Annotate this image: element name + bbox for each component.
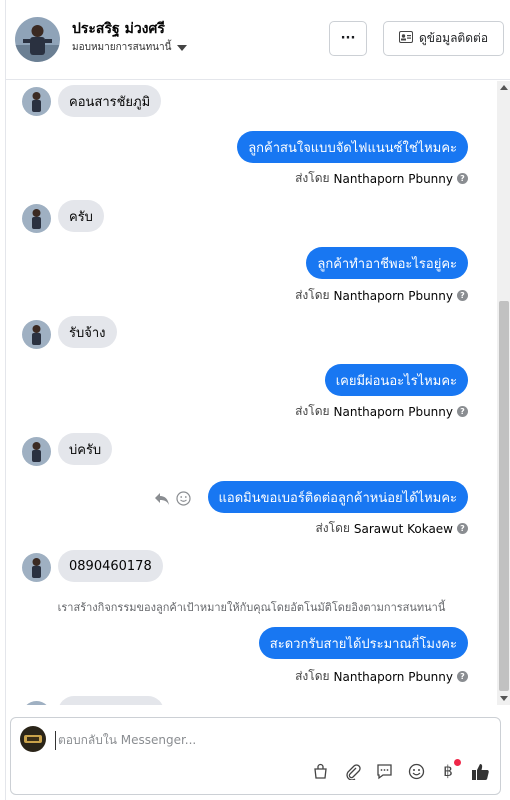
sent-by-line: ส่งโดย Nanthaporn Pbunny ? — [295, 286, 468, 305]
incoming-message[interactable]: คอนสารชัยภูมิ — [58, 85, 162, 117]
sender-name: Nanthaporn Pbunny — [333, 171, 453, 186]
outgoing-message[interactable]: ลูกค้าทำอาชีพอะไรอยู่คะ — [306, 247, 468, 279]
reply-composer[interactable]: ตอบกลับใน Messenger... ฿ — [10, 717, 501, 795]
help-icon[interactable]: ? — [457, 290, 468, 301]
sender-name: Nanthaporn Pbunny — [333, 669, 453, 684]
saved-reply-icon[interactable] — [374, 761, 394, 781]
sender-avatar — [22, 87, 51, 116]
sent-by-line: ส่งโดย Nanthaporn Pbunny ? — [295, 667, 468, 686]
sent-by-prefix: ส่งโดย — [295, 171, 330, 185]
sent-by-line: ส่งโดย Sarawut Kokaew ? — [315, 519, 468, 538]
outgoing-message[interactable]: สะดวกรับสายได้ประมาณกี่โมงคะ — [258, 627, 468, 659]
baht-icon[interactable]: ฿ — [438, 759, 461, 781]
caret-down-icon — [177, 44, 188, 51]
help-icon[interactable]: ? — [457, 523, 468, 534]
incoming-message[interactable]: บ่ครับ — [58, 433, 113, 465]
outgoing-message[interactable]: แอดมินขอเบอร์ติดต่อลูกค้าหน่อยได้ไหมคะ — [207, 481, 468, 513]
sender-name: Sarawut Kokaew — [353, 521, 453, 536]
incoming-message[interactable]: รับจ้าง — [58, 316, 117, 348]
sent-by-prefix: ส่งโดย — [295, 288, 330, 302]
reply-input[interactable]: ตอบกลับใน Messenger... — [55, 731, 196, 750]
more-options-button[interactable]: ··· — [329, 21, 367, 56]
auto-activity-notice: เราสร้างกิจกรรมของลูกค้าเป้าหมายให้กับคุ… — [57, 601, 446, 614]
incoming-message[interactable]: 0890460178 — [58, 550, 163, 582]
message-list: คอนสารชัยภูมิ ลูกค้าสนใจแบบจัดไฟแนนซ์ใช่… — [6, 81, 497, 705]
sender-avatar — [22, 701, 51, 705]
contact-card-icon — [398, 31, 413, 46]
contact-name[interactable]: ประสริฐ ม่วงศรี — [72, 18, 165, 40]
reply-icon[interactable] — [154, 491, 170, 510]
assign-label: มอบหมายการสนทนานี้ — [72, 42, 172, 53]
attach-icon[interactable] — [342, 761, 362, 781]
more-icon: ··· — [340, 31, 356, 46]
sent-by-line: ส่งโดย Nanthaporn Pbunny ? — [295, 402, 468, 421]
emoji-icon[interactable] — [176, 491, 191, 510]
scroll-up-arrow-icon[interactable] — [500, 85, 508, 90]
contact-avatar[interactable] — [15, 17, 60, 62]
sender-avatar — [22, 437, 51, 466]
assign-conversation-dropdown[interactable]: มอบหมายการสนทนานี้ — [72, 40, 188, 55]
scroll-thumb[interactable] — [499, 301, 509, 691]
composer-toolbar: ฿ — [310, 759, 490, 781]
help-icon[interactable]: ? — [457, 173, 468, 184]
incoming-message-partial[interactable] — [58, 696, 164, 705]
sender-avatar — [22, 320, 51, 349]
notification-dot — [454, 759, 461, 766]
shop-icon[interactable] — [310, 761, 330, 781]
page-avatar — [20, 726, 46, 752]
outgoing-message[interactable]: เคยมีผ่อนอะไรไหมคะ — [324, 364, 468, 396]
outgoing-message[interactable]: ลูกค้าสนใจแบบจัดไฟแนนซ์ใช่ไหมคะ — [237, 131, 468, 163]
emoji-icon[interactable] — [406, 761, 426, 781]
view-contact-label: ดูข้อมูลติดต่อ — [418, 31, 489, 45]
sender-avatar — [22, 553, 51, 582]
conversation-header: ประสริฐ ม่วงศรี มอบหมายการสนทนานี้ ··· ด… — [6, 0, 510, 80]
message-actions — [154, 491, 191, 510]
help-icon[interactable]: ? — [457, 406, 468, 417]
help-icon[interactable]: ? — [457, 671, 468, 682]
conversation-panel: ประสริฐ ม่วงศรี มอบหมายการสนทนานี้ ··· ด… — [5, 0, 510, 800]
sent-by-prefix: ส่งโดย — [295, 404, 330, 418]
incoming-message[interactable]: ครับ — [58, 200, 104, 232]
sender-name: Nanthaporn Pbunny — [333, 404, 453, 419]
sent-by-prefix: ส่งโดย — [295, 669, 330, 683]
message-scrollbar[interactable] — [497, 81, 510, 705]
scroll-down-arrow-icon[interactable] — [500, 696, 508, 701]
sent-by-line: ส่งโดย Nanthaporn Pbunny ? — [295, 169, 468, 188]
view-contact-button[interactable]: ดูข้อมูลติดต่อ — [383, 21, 504, 56]
sender-name: Nanthaporn Pbunny — [333, 288, 453, 303]
sent-by-prefix: ส่งโดย — [315, 521, 350, 535]
thumbs-up-icon[interactable] — [470, 761, 490, 781]
sender-avatar — [22, 204, 51, 233]
